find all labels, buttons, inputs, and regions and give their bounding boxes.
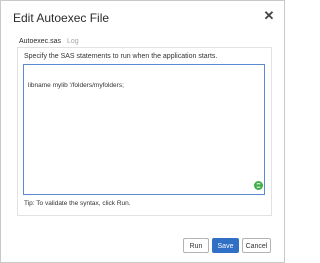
editor-content[interactable]: libname mylib '/folders/myfolders;	[28, 82, 124, 89]
edit-autoexec-dialog: Edit Autoexec File ✕ Autoexec.sas Log Sp…	[0, 0, 285, 263]
grammar-check-icon[interactable]	[254, 181, 263, 190]
tab-panel: Specify the SAS statements to run when t…	[17, 47, 272, 216]
tip-text: Tip: To validate the syntax, click Run.	[24, 200, 131, 207]
close-icon[interactable]: ✕	[263, 9, 275, 23]
save-button[interactable]: Save	[212, 238, 239, 253]
run-button[interactable]: Run	[183, 238, 209, 253]
dialog-title: Edit Autoexec File	[13, 11, 110, 25]
tab-log[interactable]: Log	[67, 37, 79, 47]
cancel-button[interactable]: Cancel	[242, 238, 271, 253]
instructions-text: Specify the SAS statements to run when t…	[24, 53, 218, 60]
code-editor[interactable]: libname mylib '/folders/myfolders;	[23, 64, 265, 195]
